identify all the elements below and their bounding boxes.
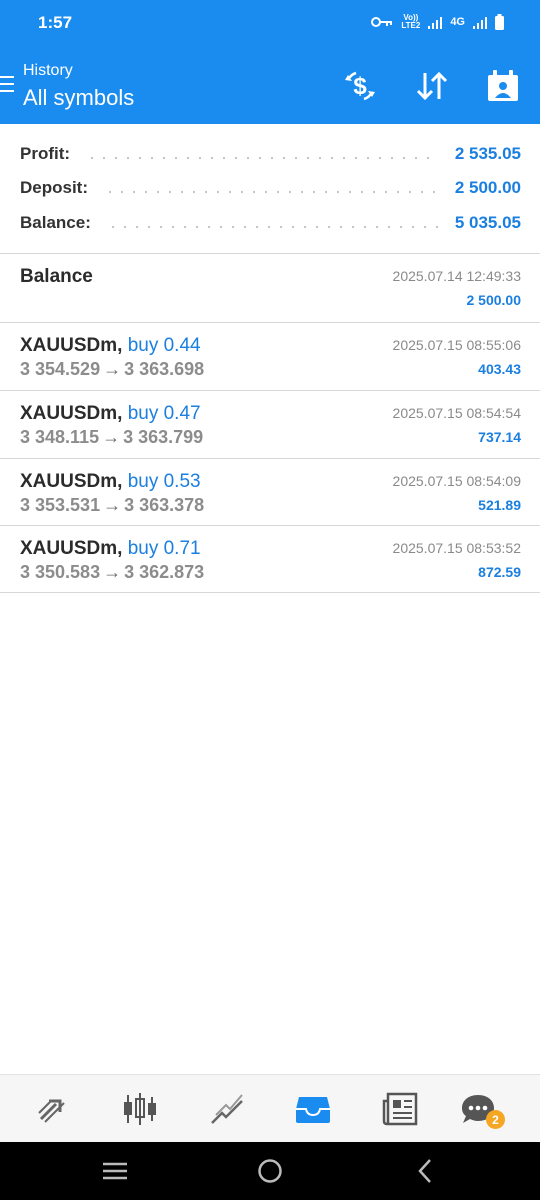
deal-symbol: XAUUSDm, — [20, 403, 123, 424]
deal-title: XAUUSDm, buy 0.44 — [20, 335, 201, 357]
deal-profit: 872.59 — [478, 564, 521, 580]
network-type: 4G — [450, 16, 465, 28]
home-circle-icon — [258, 1159, 282, 1183]
summary-row-profit: Profit: 2 535.05 — [20, 142, 521, 166]
nav-news[interactable] — [379, 1089, 421, 1129]
chart-icon — [124, 1093, 156, 1125]
back-button[interactable] — [410, 1156, 440, 1186]
history-icon — [296, 1097, 330, 1123]
battery-icon — [495, 14, 504, 30]
dotted-leader — [106, 226, 439, 228]
price-arrow-icon: → — [102, 427, 121, 447]
deal-row[interactable]: XAUUSDm, buy 0.44 3 354.529 → 3 363.698 20… — [0, 323, 540, 391]
deal-time: 2025.07.15 08:54:09 — [392, 473, 521, 489]
balance-label: Balance: — [20, 213, 91, 232]
deposit-label: Deposit: — [20, 178, 88, 197]
balance-entry-row[interactable]: Balance 2025.07.14 12:49:33 2 500.00 — [0, 254, 540, 323]
nav-trade[interactable] — [206, 1089, 248, 1129]
deal-close-price: 3 363.378 — [124, 495, 205, 515]
deal-open-price: 3 354.529 — [20, 359, 101, 379]
deal-prices: 3 354.529 → 3 363.698 — [20, 359, 204, 380]
nav-history[interactable] — [292, 1089, 334, 1129]
deal-time: 2025.07.15 08:54:54 — [392, 405, 521, 421]
app-header: History All symbols $ — [0, 48, 540, 124]
header-subtitle: History — [23, 62, 73, 79]
calendar-icon — [488, 70, 518, 101]
deal-profit: 737.14 — [478, 429, 521, 445]
balance-entry-amount: 2 500.00 — [466, 292, 522, 308]
price-arrow-icon: → — [103, 562, 122, 582]
header-title[interactable]: All symbols — [23, 85, 134, 111]
deal-direction: buy 0.71 — [127, 538, 201, 559]
status-time: 1:57 — [38, 13, 73, 32]
deal-direction: buy 0.47 — [127, 403, 201, 424]
balance-entry-title: Balance — [20, 266, 93, 287]
status-bar: 1:57 Vo)) LTE2 4G — [0, 0, 540, 48]
quotes-icon — [38, 1099, 65, 1123]
deal-prices: 3 348.115 → 3 363.799 — [20, 427, 203, 448]
profit-value: 2 535.05 — [454, 144, 521, 163]
deal-symbol: XAUUSDm, — [20, 538, 123, 559]
nav-quotes[interactable] — [33, 1089, 75, 1129]
key-icon — [371, 17, 393, 27]
svg-text:$: $ — [353, 73, 367, 100]
home-button[interactable] — [255, 1156, 285, 1186]
currency-button[interactable]: $ — [340, 66, 380, 106]
status-icons: Vo)) LTE2 4G — [371, 14, 504, 30]
deal-prices: 3 353.531 → 3 363.378 — [20, 495, 204, 516]
deal-open-price: 3 350.583 — [20, 562, 101, 582]
dotted-leader — [104, 191, 439, 193]
signal-icon — [428, 16, 443, 29]
deal-prices: 3 350.583 → 3 362.873 — [20, 562, 204, 583]
deal-symbol: XAUUSDm, — [20, 335, 123, 356]
deal-title: XAUUSDm, buy 0.47 — [20, 403, 201, 425]
nav-messages[interactable]: 2 — [457, 1089, 505, 1129]
deal-direction: buy 0.53 — [127, 471, 201, 492]
back-chevron-icon — [418, 1159, 431, 1183]
deal-open-price: 3 348.115 — [20, 427, 100, 447]
deal-row[interactable]: XAUUSDm, buy 0.53 3 353.531 → 3 363.378 20… — [0, 459, 540, 526]
volte-indicator: Vo)) LTE2 — [401, 14, 420, 30]
deal-profit: 403.43 — [478, 361, 521, 377]
deal-time: 2025.07.15 08:53:52 — [392, 540, 521, 556]
profit-label: Profit: — [20, 144, 71, 163]
recent-apps-icon — [103, 1162, 127, 1180]
deal-direction: buy 0.44 — [127, 335, 201, 356]
volte-bottom: LTE2 — [401, 21, 421, 30]
sort-button[interactable] — [412, 66, 452, 106]
balance-value: 5 035.05 — [454, 213, 521, 232]
calendar-button[interactable] — [483, 66, 523, 106]
dotted-leader — [86, 157, 439, 159]
signal-icon-2 — [473, 16, 487, 29]
deal-title: XAUUSDm, buy 0.71 — [20, 538, 201, 560]
deposit-value: 2 500.00 — [454, 178, 521, 197]
summary-section: Profit: 2 535.05 Deposit: 2 500.00 Balan… — [0, 124, 540, 254]
menu-icon[interactable] — [0, 76, 14, 92]
price-arrow-icon: → — [103, 495, 122, 515]
nav-chart[interactable] — [119, 1089, 161, 1129]
sort-arrows-icon — [416, 71, 448, 101]
deal-profit: 521.89 — [478, 497, 521, 513]
bottom-nav: 2 — [0, 1074, 540, 1142]
deal-title: XAUUSDm, buy 0.53 — [20, 471, 201, 493]
system-nav-bar — [0, 1142, 540, 1200]
summary-row-deposit: Deposit: 2 500.00 — [20, 176, 521, 200]
recent-apps-button[interactable] — [100, 1156, 130, 1186]
deal-time: 2025.07.15 08:55:06 — [392, 337, 521, 353]
price-arrow-icon: → — [103, 359, 122, 379]
deal-row[interactable]: XAUUSDm, buy 0.71 3 350.583 → 3 362.873 20… — [0, 526, 540, 593]
deal-close-price: 3 363.698 — [124, 359, 205, 379]
dollar-refresh-icon: $ — [345, 71, 375, 101]
deal-row[interactable]: XAUUSDm, buy 0.47 3 348.115 → 3 363.799 20… — [0, 391, 540, 459]
news-icon — [382, 1092, 418, 1126]
trade-icon — [211, 1094, 243, 1124]
messages-badge: 2 — [486, 1110, 505, 1129]
summary-row-balance: Balance: 5 035.05 — [20, 211, 521, 235]
deal-symbol: XAUUSDm, — [20, 471, 123, 492]
deal-close-price: 3 362.873 — [124, 562, 205, 582]
deal-open-price: 3 353.531 — [20, 495, 101, 515]
deal-close-price: 3 363.799 — [123, 427, 204, 447]
balance-entry-time: 2025.07.14 12:49:33 — [392, 268, 521, 284]
